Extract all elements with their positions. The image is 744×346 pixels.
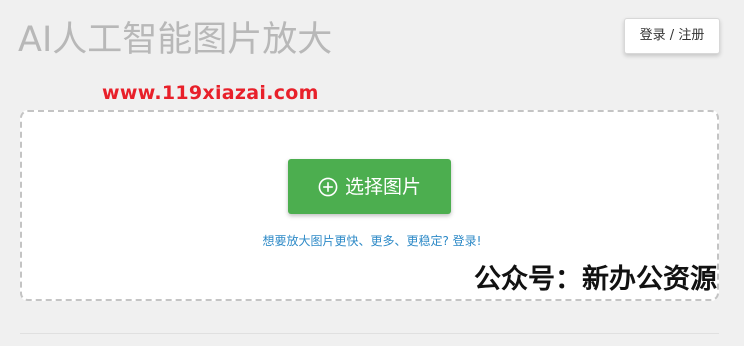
select-image-label: 选择图片 — [344, 175, 421, 198]
wechat-watermark: 公众号：新办公资源 — [474, 264, 717, 295]
bottom-divider — [20, 333, 719, 334]
login-register-button[interactable]: 登录 / 注册 — [624, 18, 720, 54]
plus-circle-icon — [318, 177, 338, 197]
page-title: AI人工智能图片放大 — [18, 20, 333, 60]
login-upsell-link[interactable]: 想要放大图片更快、更多、更稳定? 登录! — [0, 233, 744, 249]
select-image-button[interactable]: 选择图片 — [288, 159, 451, 214]
url-watermark: www.119xiazai.com — [102, 82, 319, 104]
